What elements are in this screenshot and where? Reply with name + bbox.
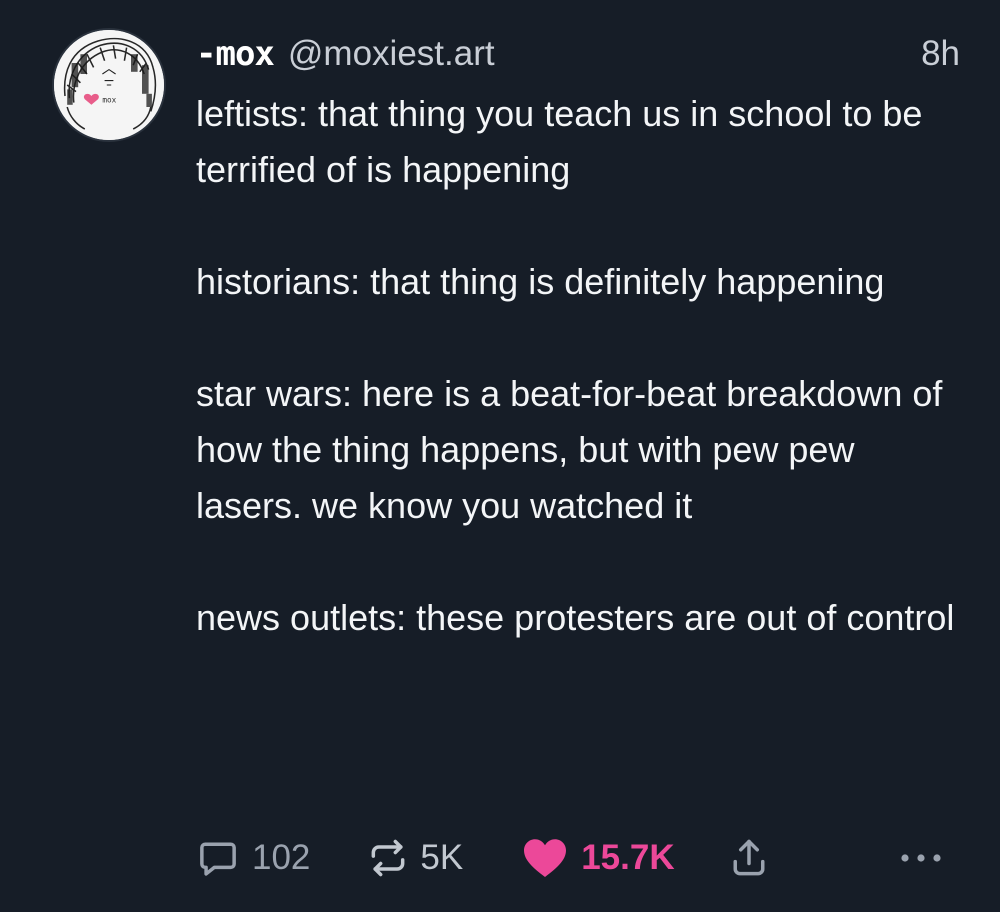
repost-button[interactable]: 5K — [366, 836, 463, 880]
post-text: leftists: that thing you teach us in sch… — [196, 86, 966, 646]
speech-bubble-icon — [200, 842, 236, 876]
post-paragraph: leftists: that thing you teach us in sch… — [196, 93, 923, 190]
post-header: -mox @moxiest.art 8h — [196, 30, 960, 78]
post-paragraph: star wars: here is a beat-for-beat break… — [196, 373, 943, 526]
author-handle[interactable]: @moxiest.art — [288, 34, 495, 74]
like-count: 15.7K — [581, 838, 675, 877]
post-timestamp[interactable]: 8h — [921, 34, 960, 74]
post: mox -mox @moxiest.art 8h leftists: that … — [0, 0, 1000, 912]
repost-arrows-icon — [371, 839, 405, 877]
post-paragraph: historians: that thing is definitely hap… — [196, 261, 885, 302]
reply-button[interactable]: 102 — [196, 836, 310, 880]
svg-text:mox: mox — [102, 96, 116, 105]
reply-count: 102 — [252, 838, 311, 877]
share-arrow-icon — [733, 839, 765, 876]
heart-icon — [524, 839, 567, 877]
more-options-button[interactable] — [896, 848, 946, 868]
avatar[interactable]: mox — [52, 28, 166, 142]
ellipsis-icon — [901, 854, 941, 862]
repost-count: 5K — [420, 838, 464, 877]
avatar-drawing-icon: mox — [54, 30, 164, 140]
like-button[interactable]: 15.7K — [521, 836, 675, 880]
post-paragraph: news outlets: these protesters are out o… — [196, 597, 955, 638]
author-display-name[interactable]: -mox — [196, 34, 275, 74]
share-button[interactable] — [727, 836, 771, 880]
post-actions: 102 5K 15.7K — [196, 832, 946, 884]
